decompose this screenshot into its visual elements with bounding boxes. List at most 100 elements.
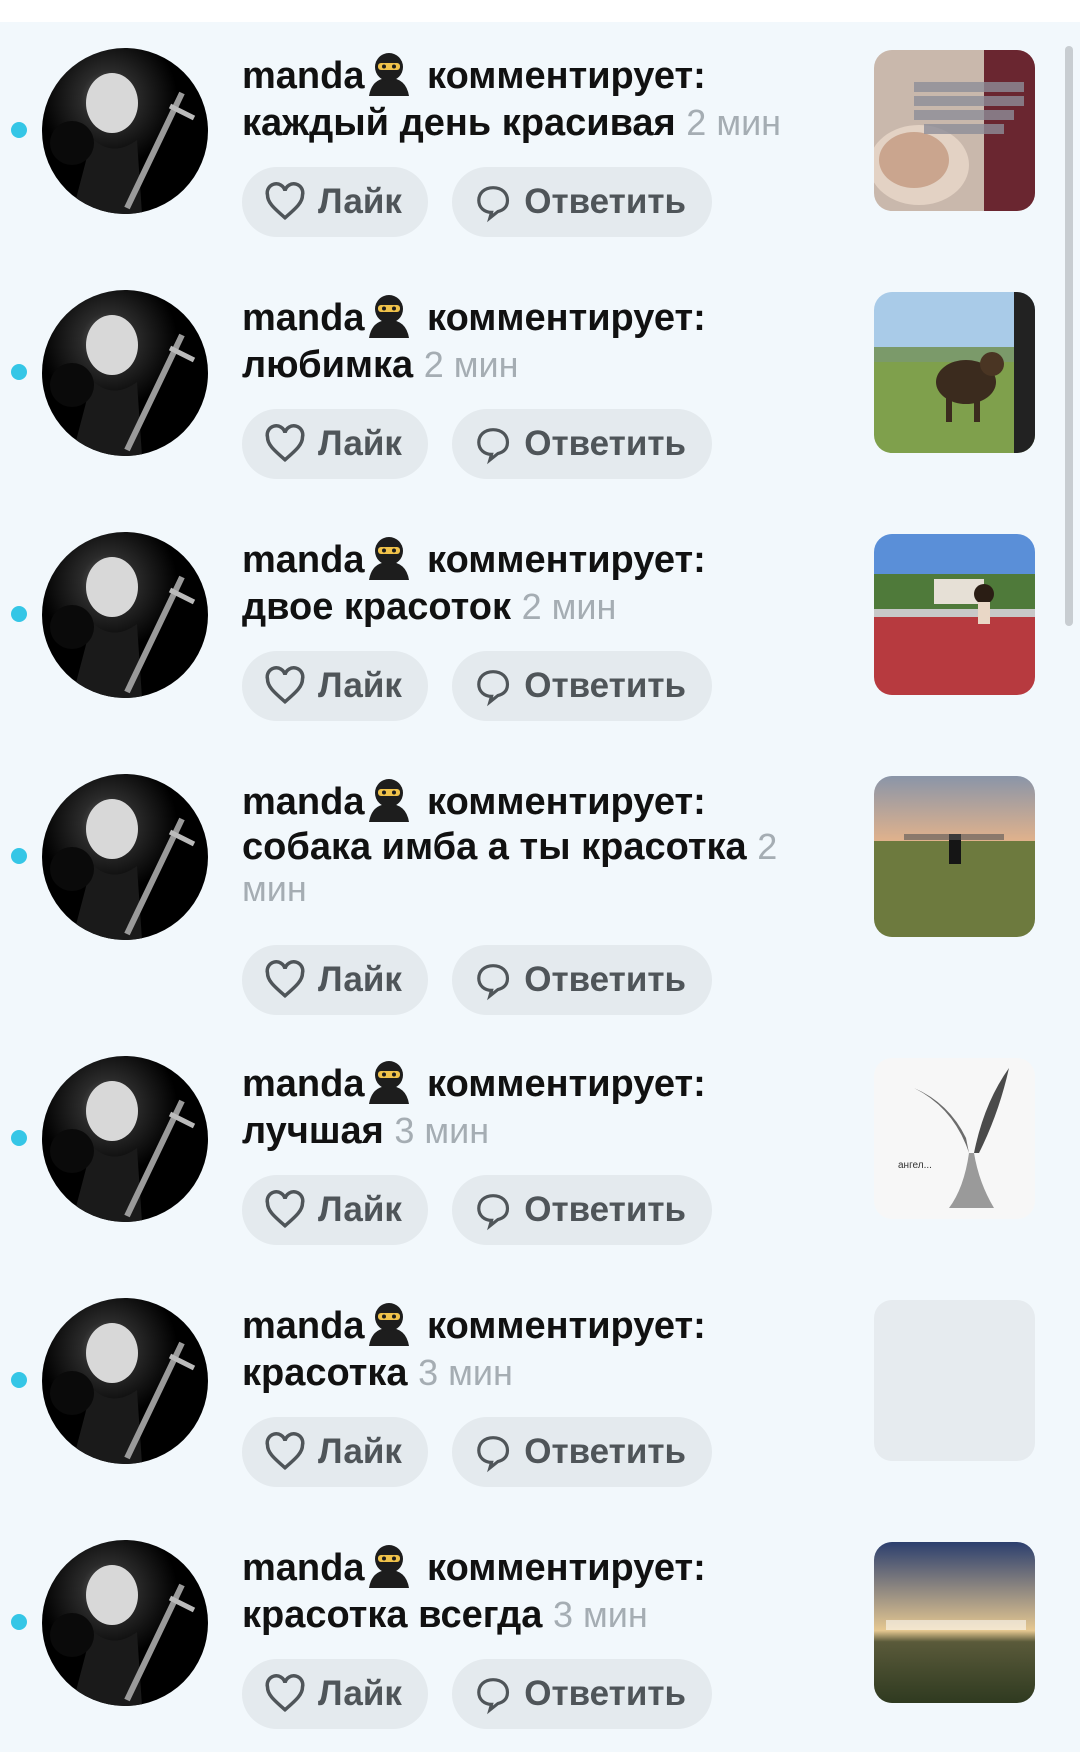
notification-row[interactable]: manda комментирует: собака имба а ты кра…: [0, 748, 1080, 1030]
post-thumbnail[interactable]: [874, 776, 1035, 937]
heart-outline-icon: [265, 960, 305, 999]
avatar[interactable]: [42, 1540, 208, 1706]
reply-button[interactable]: Ответить: [452, 167, 712, 237]
heart-outline-icon: [265, 182, 305, 221]
reply-button[interactable]: Ответить: [452, 1659, 712, 1729]
timestamp: 3 мин: [394, 1110, 490, 1151]
timestamp: 2 мин: [521, 586, 617, 627]
like-label: Лайк: [318, 1432, 402, 1471]
action-text: комментирует:: [427, 781, 706, 823]
username[interactable]: manda: [242, 1063, 364, 1105]
notification-row[interactable]: manda комментирует: красотка 3 мин Лайк …: [0, 1272, 1080, 1502]
like-button[interactable]: Лайк: [242, 1417, 428, 1487]
heart-outline-icon: [265, 1190, 305, 1229]
action-buttons: Лайк Ответить: [242, 1175, 712, 1245]
ninja-emoji-icon: [366, 50, 412, 96]
timestamp: 3 мин: [552, 1594, 648, 1635]
like-label: Лайк: [318, 1674, 402, 1713]
reply-label: Ответить: [524, 424, 686, 463]
speech-bubble-icon: [477, 670, 510, 707]
avatar[interactable]: [42, 290, 208, 456]
ninja-emoji-icon: [366, 534, 412, 580]
action-buttons: Лайк Ответить: [242, 1417, 712, 1487]
avatar[interactable]: [42, 48, 208, 214]
post-thumbnail[interactable]: ангел...: [874, 1058, 1035, 1219]
like-button[interactable]: Лайк: [242, 651, 428, 721]
reply-button[interactable]: Ответить: [452, 945, 712, 1015]
ninja-emoji-icon: [366, 776, 412, 822]
post-thumbnail[interactable]: [874, 534, 1035, 695]
post-thumbnail[interactable]: [874, 1300, 1035, 1461]
action-text: комментирует:: [427, 539, 706, 581]
like-button[interactable]: Лайк: [242, 1175, 428, 1245]
comment-text: двое красоток: [242, 586, 511, 628]
username[interactable]: manda: [242, 1305, 364, 1347]
unread-dot: [11, 364, 27, 380]
comment-text: собака имба а ты красотка: [242, 826, 747, 868]
comment-text: лучшая: [242, 1110, 384, 1152]
ninja-emoji-icon: [366, 1542, 412, 1588]
like-button[interactable]: Лайк: [242, 167, 428, 237]
reply-label: Ответить: [524, 666, 686, 705]
action-text: комментирует:: [427, 1063, 706, 1105]
username[interactable]: manda: [242, 1547, 364, 1589]
reply-label: Ответить: [524, 182, 686, 221]
reply-button[interactable]: Ответить: [452, 1417, 712, 1487]
heart-outline-icon: [265, 666, 305, 705]
comment-text: красотка всегда: [242, 1594, 543, 1636]
post-thumbnail[interactable]: [874, 1542, 1035, 1703]
reply-label: Ответить: [524, 1674, 686, 1713]
unread-dot: [11, 1130, 27, 1146]
action-buttons: Лайк Ответить: [242, 409, 712, 479]
speech-bubble-icon: [477, 428, 510, 465]
like-label: Лайк: [318, 182, 402, 221]
action-text: комментирует:: [427, 1547, 706, 1589]
like-button[interactable]: Лайк: [242, 945, 428, 1015]
action-text: комментирует:: [427, 55, 706, 97]
speech-bubble-icon: [477, 964, 510, 1001]
scrollbar[interactable]: [1065, 46, 1073, 626]
avatar[interactable]: [42, 1298, 208, 1464]
notification-text: manda комментирует: собака имба а ты кра…: [242, 776, 832, 910]
avatar[interactable]: [42, 774, 208, 940]
notification-row[interactable]: manda комментирует: лучшая 3 мин Лайк От…: [0, 1030, 1080, 1260]
notification-text: manda комментирует: любимка 2 мин: [242, 292, 842, 388]
action-buttons: Лайк Ответить: [242, 945, 712, 1015]
notification-text: manda комментирует: красотка всегда 3 ми…: [242, 1542, 842, 1638]
reply-label: Ответить: [524, 960, 686, 999]
ninja-emoji-icon: [366, 1300, 412, 1346]
post-thumbnail[interactable]: [874, 50, 1035, 211]
heart-outline-icon: [265, 424, 305, 463]
unread-dot: [11, 606, 27, 622]
notification-row[interactable]: manda комментирует: любимка 2 мин Лайк О…: [0, 264, 1080, 494]
action-buttons: Лайк Ответить: [242, 167, 712, 237]
comment-text: каждый день красивая: [242, 102, 676, 144]
notification-row[interactable]: manda комментирует: красотка всегда 3 ми…: [0, 1514, 1080, 1744]
reply-button[interactable]: Ответить: [452, 651, 712, 721]
post-thumbnail[interactable]: [874, 292, 1035, 453]
notification-text: manda комментирует: каждый день красивая…: [242, 50, 842, 146]
username[interactable]: manda: [242, 297, 364, 339]
action-text: комментирует:: [427, 1305, 706, 1347]
action-buttons: Лайк Ответить: [242, 1659, 712, 1729]
like-button[interactable]: Лайк: [242, 409, 428, 479]
timestamp: 2 мин: [423, 344, 519, 385]
username[interactable]: manda: [242, 539, 364, 581]
speech-bubble-icon: [477, 186, 510, 223]
notification-row[interactable]: manda комментирует: двое красоток 2 мин …: [0, 506, 1080, 736]
timestamp: 3 мин: [418, 1352, 513, 1393]
like-button[interactable]: Лайк: [242, 1659, 428, 1729]
unread-dot: [11, 122, 27, 138]
speech-bubble-icon: [477, 1678, 510, 1715]
heart-outline-icon: [265, 1674, 305, 1713]
notification-row[interactable]: manda комментирует: каждый день красивая…: [0, 22, 1080, 252]
action-buttons: Лайк Ответить: [242, 651, 712, 721]
username[interactable]: manda: [242, 55, 364, 97]
action-text: комментирует:: [427, 297, 706, 339]
avatar[interactable]: [42, 1056, 208, 1222]
like-label: Лайк: [318, 960, 402, 999]
reply-button[interactable]: Ответить: [452, 1175, 712, 1245]
avatar[interactable]: [42, 532, 208, 698]
reply-button[interactable]: Ответить: [452, 409, 712, 479]
username[interactable]: manda: [242, 781, 364, 823]
